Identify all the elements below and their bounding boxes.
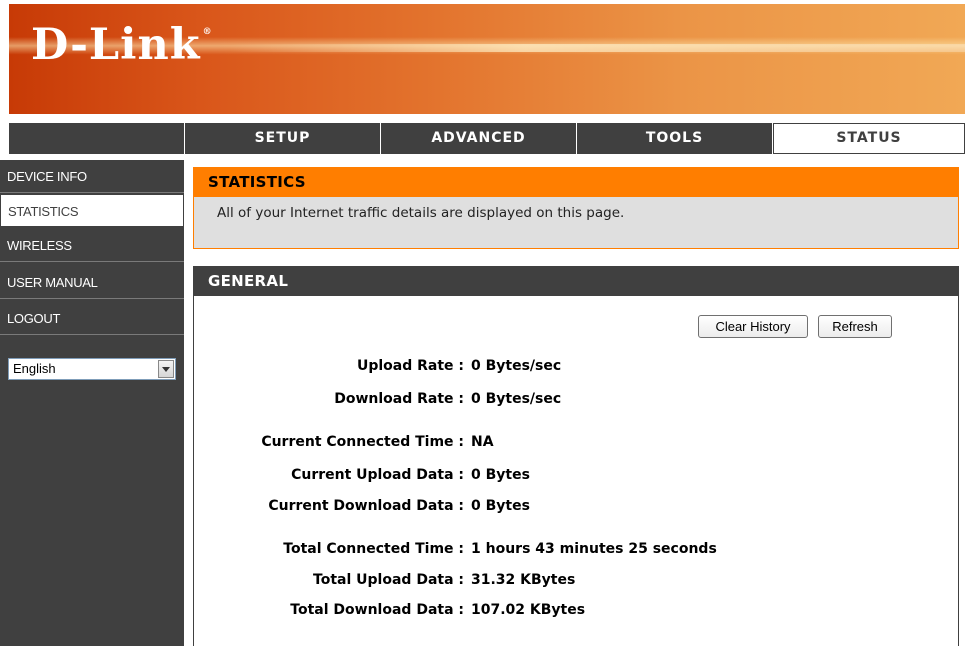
total-connected-time-value: 1 hours 43 minutes 25 seconds bbox=[471, 541, 717, 557]
language-select[interactable]: English bbox=[8, 358, 176, 380]
banner-streak bbox=[229, 44, 965, 52]
statistics-description: All of your Internet traffic details are… bbox=[217, 205, 625, 221]
upload-rate-value: 0 Bytes/sec bbox=[471, 358, 562, 374]
total-connected-time-label: Total Connected Time : bbox=[283, 541, 464, 557]
sidebar-item-logout[interactable]: LOGOUT bbox=[0, 302, 184, 335]
logo-registered-mark: ® bbox=[202, 27, 213, 37]
statistics-title: STATISTICS bbox=[193, 167, 959, 197]
tab-setup[interactable]: SETUP bbox=[185, 123, 381, 154]
total-download-data-value: 107.02 KBytes bbox=[471, 602, 586, 618]
sidebar-item-device-info[interactable]: DEVICE INFO bbox=[0, 160, 184, 193]
clear-history-button[interactable]: Clear History bbox=[698, 315, 808, 338]
total-download-data-label: Total Download Data : bbox=[290, 602, 464, 618]
total-upload-data-value: 31.32 KBytes bbox=[471, 572, 576, 588]
current-upload-data-label: Current Upload Data : bbox=[291, 467, 464, 483]
refresh-button[interactable]: Refresh bbox=[818, 315, 892, 338]
total-upload-data-label: Total Upload Data : bbox=[313, 572, 464, 588]
current-download-data-value: 0 Bytes bbox=[471, 498, 530, 514]
general-title: GENERAL bbox=[193, 266, 959, 296]
dlink-logo: D-Link ® bbox=[31, 24, 213, 67]
general-panel: Clear History Refresh Upload Rate : 0 By… bbox=[193, 296, 959, 646]
download-rate-value: 0 Bytes/sec bbox=[471, 391, 562, 407]
tab-tools[interactable]: TOOLS bbox=[577, 123, 773, 154]
tab-status[interactable]: STATUS bbox=[773, 123, 965, 154]
current-download-data-label: Current Download Data : bbox=[268, 498, 464, 514]
sidebar-item-statistics[interactable]: STATISTICS bbox=[0, 194, 184, 227]
download-rate-label: Download Rate : bbox=[334, 391, 464, 407]
current-upload-data-value: 0 Bytes bbox=[471, 467, 530, 483]
sidebar-item-wireless[interactable]: WIRELESS bbox=[0, 229, 184, 262]
chevron-down-icon[interactable] bbox=[158, 360, 174, 378]
logo-text: D-Link bbox=[31, 20, 201, 70]
tab-advanced[interactable]: ADVANCED bbox=[381, 123, 577, 154]
sidebar-item-user-manual[interactable]: USER MANUAL bbox=[0, 266, 184, 299]
top-nav: SETUP ADVANCED TOOLS STATUS bbox=[9, 123, 965, 154]
current-connected-time-label: Current Connected Time : bbox=[261, 434, 464, 450]
current-connected-time-value: NA bbox=[471, 434, 494, 450]
statistics-description-box: All of your Internet traffic details are… bbox=[193, 197, 959, 249]
upload-rate-label: Upload Rate : bbox=[356, 358, 464, 374]
sidebar: DEVICE INFO STATISTICS WIRELESS USER MAN… bbox=[0, 160, 184, 646]
language-selected-value: English bbox=[13, 361, 56, 376]
nav-corner bbox=[9, 123, 185, 154]
header-banner: D-Link ® bbox=[9, 4, 965, 114]
